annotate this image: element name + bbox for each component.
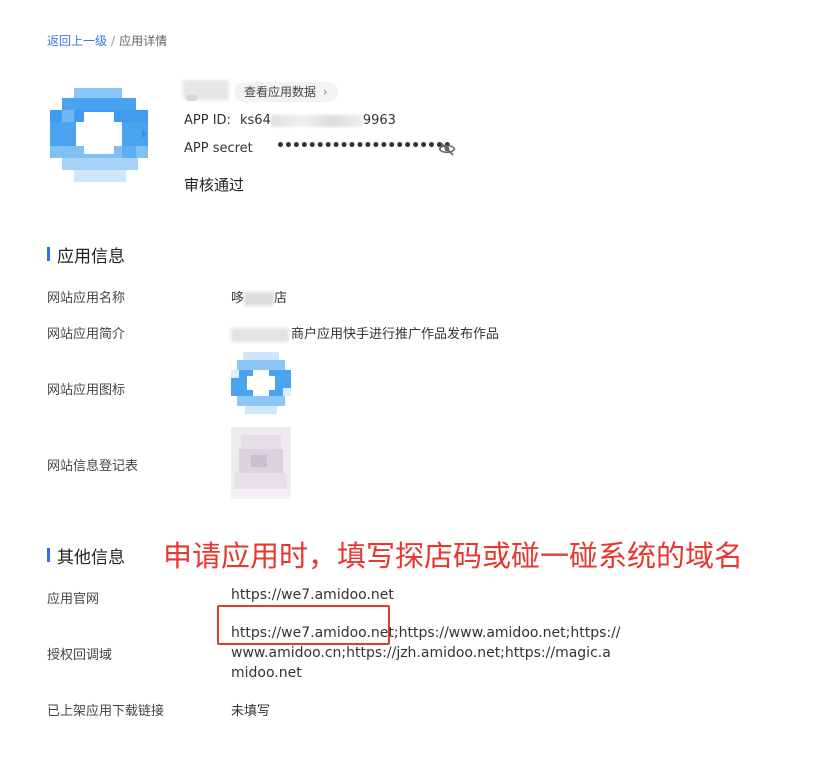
value-app-name: 哆店 [231,287,287,306]
label-app-name: 网站应用名称 [47,291,126,306]
value-official-site: https://we7.amidoo.net [231,587,394,603]
app-intro-text: 商户应用快手进行推广作品发布作品 [291,327,500,342]
chevron-right-icon: › [322,85,328,99]
value-download-link: 未填写 [231,704,271,719]
label-app-icon: 网站应用图标 [47,383,126,398]
app-id-prefix: ks64 [240,113,271,128]
app-icon-thumbnail [231,352,291,414]
app-name-suffix: 店 [274,291,288,306]
eye-hidden-icon[interactable] [437,140,457,158]
app-intro-mask [231,327,289,342]
registration-form-thumbnail [231,427,291,499]
review-status: 审核通过 [184,176,245,194]
view-app-data-label: 查看应用数据 [244,85,317,99]
breadcrumb: 返回上一级 / 应用详情 [47,32,167,49]
app-id-mask [270,114,363,127]
label-callback-domain: 授权回调域 [47,648,113,663]
app-id-value: ks64 9963 [240,113,396,128]
app-name-blurred-tail [187,95,197,101]
value-app-intro: 商户应用快手进行推广作品发布作品 [231,323,499,342]
breadcrumb-separator: / [111,34,116,48]
section-title-other-info: 其他信息 [47,543,125,568]
app-logo [50,88,148,182]
annotation-text: 申请应用时，填写探店码或碰一碰系统的域名 [163,539,744,573]
value-callback-domain: https://we7.amidoo.net;https://www.amido… [231,625,621,681]
view-app-data-button[interactable]: 查看应用数据 › [234,82,338,102]
label-download-link: 已上架应用下载链接 [47,704,165,719]
label-registration-form: 网站信息登记表 [47,459,139,474]
label-official-site: 应用官网 [47,592,100,607]
app-name-prefix: 哆 [231,291,245,306]
app-secret-label: APP secret [184,141,253,156]
breadcrumb-current: 应用详情 [119,34,168,48]
app-secret-value: •••••••••••••••••••••• [276,138,452,154]
app-id-suffix: 9963 [362,113,396,128]
app-name-mask [244,291,275,306]
back-link[interactable]: 返回上一级 [47,34,107,48]
section-title-app-info: 应用信息 [47,242,125,267]
label-app-intro: 网站应用简介 [47,327,126,342]
app-id-label: APP ID: [184,113,231,128]
